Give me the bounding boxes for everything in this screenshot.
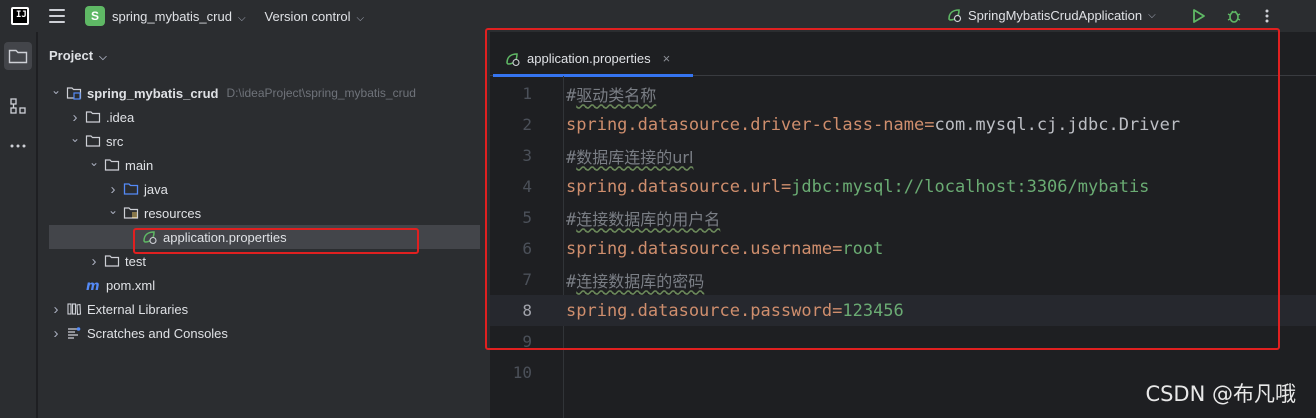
annotation-highlight-box	[133, 228, 419, 254]
watermark: CSDN @布凡哦	[1145, 382, 1296, 406]
tree-item-label: main	[125, 157, 154, 173]
spring-boot-icon	[948, 9, 962, 23]
debug-icon[interactable]	[1224, 6, 1244, 26]
chevron-down-icon[interactable]: ⌄	[107, 203, 119, 217]
folder-icon	[104, 253, 120, 269]
source-folder-icon	[123, 181, 139, 197]
line-number: 10	[512, 363, 532, 382]
project-name: spring_mybatis_crud	[112, 8, 232, 24]
project-panel: Project ⌵ ⌄ spring_mybatis_crud D:\ideaProj…	[38, 32, 490, 418]
editor-area: application.properties × 1 #驱动类名称 2 spring.…	[485, 28, 1316, 418]
folder-icon	[104, 157, 120, 173]
folder-icon	[85, 133, 101, 149]
tree-item[interactable]: ⌄ resources	[38, 201, 490, 225]
chevron-right-icon[interactable]: ›	[107, 181, 119, 198]
tree-item-label: spring_mybatis_crud	[87, 85, 219, 101]
resources-folder-icon	[123, 205, 139, 221]
svg-text:m: m	[86, 279, 100, 293]
project-switcher[interactable]: spring_mybatis_crud ⌵	[112, 9, 246, 24]
run-config-name: SpringMybatisCrudApplication	[968, 7, 1143, 23]
structure-icon	[10, 98, 26, 114]
tree-item-label: pom.xml	[106, 277, 156, 293]
chevron-right-icon[interactable]: ›	[50, 325, 62, 342]
tree-item[interactable]: › External Libraries	[38, 297, 490, 321]
tree-item-path-hint: D:\ideaProject\spring_mybatis_crud	[226, 86, 416, 100]
project-tool-button[interactable]	[4, 42, 32, 70]
more-actions-icon[interactable]	[1257, 6, 1277, 26]
maven-icon: m	[85, 277, 101, 293]
tree-item-label: src	[106, 133, 124, 149]
chevron-down-icon[interactable]: ⌄	[88, 155, 100, 169]
more-tools-button[interactable]	[4, 132, 32, 160]
folder-icon	[8, 49, 28, 64]
annotation-highlight-box	[485, 28, 1280, 350]
chevron-down-icon: ⌵	[237, 12, 246, 24]
intellij-logo-icon[interactable]: IJ	[11, 7, 29, 25]
tree-item[interactable]: m pom.xml	[38, 273, 490, 297]
project-panel-title-label: Project	[49, 48, 94, 63]
chevron-right-icon[interactable]: ›	[69, 109, 81, 126]
tree-item-label: test	[125, 253, 146, 269]
tree-item[interactable]: › Scratches and Consoles	[38, 321, 490, 345]
chevron-down-icon[interactable]: ⌄	[50, 83, 62, 97]
run-config-selector[interactable]: SpringMybatisCrudApplication ⌵	[946, 7, 1156, 23]
more-icon	[10, 144, 26, 148]
folder-icon	[85, 109, 101, 125]
tree-item[interactable]: ⌄ src	[38, 129, 490, 153]
tree-item-label: resources	[144, 205, 202, 221]
project-badge[interactable]: S	[85, 6, 105, 26]
libraries-icon	[66, 301, 82, 317]
chevron-down-icon[interactable]: ⌄	[69, 131, 81, 145]
chevron-right-icon[interactable]: ›	[50, 301, 62, 318]
module-folder-icon	[66, 85, 82, 101]
tree-item[interactable]: ⌄ main	[38, 153, 490, 177]
scratches-icon	[66, 325, 82, 341]
tree-item[interactable]: › .idea	[38, 105, 490, 129]
main-menu-icon[interactable]	[49, 9, 65, 23]
version-control-menu[interactable]: Version control ⌵	[265, 9, 365, 24]
run-icon[interactable]	[1189, 6, 1209, 26]
chevron-down-icon: ⌵	[99, 52, 107, 63]
project-panel-title[interactable]: Project ⌵	[49, 48, 107, 63]
tree-item-label: External Libraries	[87, 301, 189, 317]
tree-item-label: .idea	[106, 109, 135, 125]
tree-item-label: java	[144, 181, 168, 197]
tree-item[interactable]: ⌄ spring_mybatis_crud D:\ideaProject\sprin…	[38, 81, 490, 105]
version-control-label: Version control	[264, 8, 351, 24]
chevron-right-icon[interactable]: ›	[88, 253, 100, 270]
tool-window-stripe	[0, 32, 37, 418]
structure-tool-button[interactable]	[4, 92, 32, 120]
chevron-down-icon: ⌵	[356, 12, 365, 24]
tree-item[interactable]: › java	[38, 177, 490, 201]
tree-item-label: Scratches and Consoles	[87, 325, 228, 341]
chevron-down-icon: ⌵	[1148, 9, 1156, 21]
